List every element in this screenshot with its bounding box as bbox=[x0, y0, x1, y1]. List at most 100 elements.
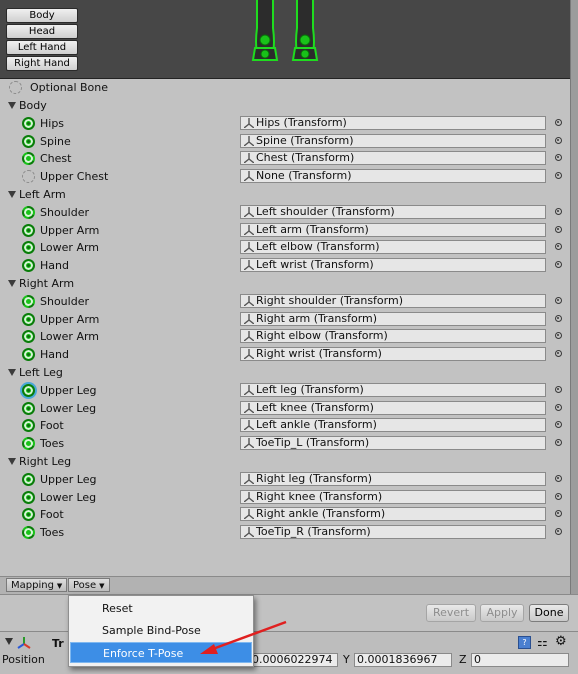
vertical-scrollbar[interactable] bbox=[570, 0, 578, 598]
transform-object-field[interactable]: Left wrist (Transform) bbox=[240, 258, 546, 272]
group-label: Body bbox=[19, 99, 47, 112]
object-picker-icon[interactable] bbox=[555, 208, 562, 215]
object-picker-icon[interactable] bbox=[555, 475, 562, 482]
bone-status-dot-icon[interactable] bbox=[22, 348, 35, 361]
preset-icon[interactable]: ⚏ bbox=[537, 635, 548, 649]
bone-status-dot-icon[interactable] bbox=[22, 491, 35, 504]
object-picker-icon[interactable] bbox=[555, 493, 562, 500]
bone-status-dot-icon[interactable] bbox=[22, 241, 35, 254]
bone-label: Chest bbox=[40, 152, 72, 165]
group-header[interactable]: Left Leg bbox=[0, 364, 570, 382]
position-y-field[interactable]: 0.0001836967 bbox=[354, 653, 452, 667]
transform-object-field[interactable]: Right wrist (Transform) bbox=[240, 347, 546, 361]
object-picker-icon[interactable] bbox=[555, 137, 562, 144]
body-part-button-left-hand[interactable]: Left Hand bbox=[6, 40, 78, 55]
transform-object-field[interactable]: ToeTip_L (Transform) bbox=[240, 436, 546, 450]
transform-object-field[interactable]: None (Transform) bbox=[240, 169, 546, 183]
field-value: ToeTip_R (Transform) bbox=[256, 525, 371, 538]
body-part-button-right-hand[interactable]: Right Hand bbox=[6, 56, 78, 71]
bone-status-dot-icon[interactable] bbox=[22, 330, 35, 343]
object-picker-icon[interactable] bbox=[555, 172, 562, 179]
transform-icon bbox=[244, 331, 254, 341]
group-header[interactable]: Body bbox=[0, 97, 570, 115]
foldout-arrow-icon[interactable] bbox=[8, 102, 16, 109]
transform-object-field[interactable]: Left ankle (Transform) bbox=[240, 418, 546, 432]
bone-status-dot-icon[interactable] bbox=[22, 384, 35, 397]
foldout-arrow-icon[interactable] bbox=[8, 369, 16, 376]
object-picker-icon[interactable] bbox=[555, 261, 562, 268]
foldout-arrow-icon[interactable] bbox=[5, 638, 13, 645]
foldout-arrow-icon[interactable] bbox=[8, 458, 16, 465]
transform-object-field[interactable]: Left leg (Transform) bbox=[240, 383, 546, 397]
object-picker-icon[interactable] bbox=[555, 439, 562, 446]
object-picker-icon[interactable] bbox=[555, 350, 562, 357]
apply-button[interactable]: Apply bbox=[480, 604, 524, 622]
done-button[interactable]: Done bbox=[529, 604, 569, 622]
menu-item-reset[interactable]: Reset bbox=[70, 598, 252, 619]
transform-object-field[interactable]: Right elbow (Transform) bbox=[240, 329, 546, 343]
bone-status-dot-icon[interactable] bbox=[22, 437, 35, 450]
bone-status-dot-icon[interactable] bbox=[22, 117, 35, 130]
bone-status-dot-icon[interactable] bbox=[22, 224, 35, 237]
pose-dropdown[interactable]: Pose ▼ bbox=[68, 578, 110, 592]
object-picker-icon[interactable] bbox=[555, 243, 562, 250]
bone-status-dot-icon[interactable] bbox=[22, 402, 35, 415]
bone-status-dot-icon[interactable] bbox=[22, 259, 35, 272]
transform-object-field[interactable]: Right ankle (Transform) bbox=[240, 507, 546, 521]
transform-object-field[interactable]: Left arm (Transform) bbox=[240, 223, 546, 237]
transform-object-field[interactable]: Right knee (Transform) bbox=[240, 490, 546, 504]
bone-status-dot-icon[interactable] bbox=[22, 508, 35, 521]
bone-status-dot-icon[interactable] bbox=[22, 295, 35, 308]
bone-status-dot-icon[interactable] bbox=[22, 313, 35, 326]
bone-row: Upper Leg Left leg (Transform) bbox=[0, 382, 570, 400]
object-picker-icon[interactable] bbox=[555, 226, 562, 233]
object-picker-icon[interactable] bbox=[555, 510, 562, 517]
bone-status-dot-icon[interactable] bbox=[22, 526, 35, 539]
object-picker-icon[interactable] bbox=[555, 315, 562, 322]
object-picker-icon[interactable] bbox=[555, 386, 562, 393]
group-header[interactable]: Left Arm bbox=[0, 186, 570, 204]
object-picker-icon[interactable] bbox=[555, 154, 562, 161]
object-picker-icon[interactable] bbox=[555, 404, 562, 411]
mapping-dropdown[interactable]: Mapping ▼ bbox=[6, 578, 68, 592]
object-picker-icon[interactable] bbox=[555, 297, 562, 304]
transform-object-field[interactable]: Right leg (Transform) bbox=[240, 472, 546, 486]
object-picker-icon[interactable] bbox=[555, 332, 562, 339]
group-header[interactable]: Right Arm bbox=[0, 275, 570, 293]
transform-object-field[interactable]: Spine (Transform) bbox=[240, 134, 546, 148]
bone-label: Foot bbox=[40, 419, 64, 432]
bone-status-dot-icon[interactable] bbox=[22, 206, 35, 219]
transform-object-field[interactable]: Left elbow (Transform) bbox=[240, 240, 546, 254]
bone-status-dot-icon[interactable] bbox=[22, 170, 35, 183]
object-picker-icon[interactable] bbox=[555, 119, 562, 126]
body-part-button-head[interactable]: Head bbox=[6, 24, 78, 39]
transform-object-field[interactable]: Left knee (Transform) bbox=[240, 401, 546, 415]
transform-object-field[interactable]: ToeTip_R (Transform) bbox=[240, 525, 546, 539]
bone-row: Lower Leg Left knee (Transform) bbox=[0, 400, 570, 418]
foldout-arrow-icon[interactable] bbox=[8, 191, 16, 198]
bone-status-dot-icon[interactable] bbox=[22, 152, 35, 165]
bone-row: Spine Spine (Transform) bbox=[0, 133, 570, 151]
bone-status-dot-icon[interactable] bbox=[22, 473, 35, 486]
help-icon[interactable]: ? bbox=[518, 636, 531, 649]
bone-label: Shoulder bbox=[40, 295, 89, 308]
object-picker-icon[interactable] bbox=[555, 528, 562, 535]
field-value: Right leg (Transform) bbox=[256, 472, 373, 485]
object-picker-icon[interactable] bbox=[555, 421, 562, 428]
bone-row: Lower Leg Right knee (Transform) bbox=[0, 489, 570, 507]
mapping-label: Mapping bbox=[11, 580, 54, 591]
position-z-field[interactable]: 0 bbox=[471, 653, 569, 667]
body-part-button-body[interactable]: Body bbox=[6, 8, 78, 23]
bone-status-dot-icon[interactable] bbox=[22, 419, 35, 432]
transform-object-field[interactable]: Right arm (Transform) bbox=[240, 312, 546, 326]
gear-icon[interactable]: ⚙ bbox=[555, 634, 567, 649]
transform-object-field[interactable]: Chest (Transform) bbox=[240, 151, 546, 165]
transform-object-field[interactable]: Hips (Transform) bbox=[240, 116, 546, 130]
foldout-arrow-icon[interactable] bbox=[8, 280, 16, 287]
transform-object-field[interactable]: Right shoulder (Transform) bbox=[240, 294, 546, 308]
group-header[interactable]: Right Leg bbox=[0, 453, 570, 471]
revert-button[interactable]: Revert bbox=[426, 604, 476, 622]
transform-object-field[interactable]: Left shoulder (Transform) bbox=[240, 205, 546, 219]
bone-status-dot-icon[interactable] bbox=[22, 135, 35, 148]
component-title: Tr bbox=[52, 637, 64, 650]
